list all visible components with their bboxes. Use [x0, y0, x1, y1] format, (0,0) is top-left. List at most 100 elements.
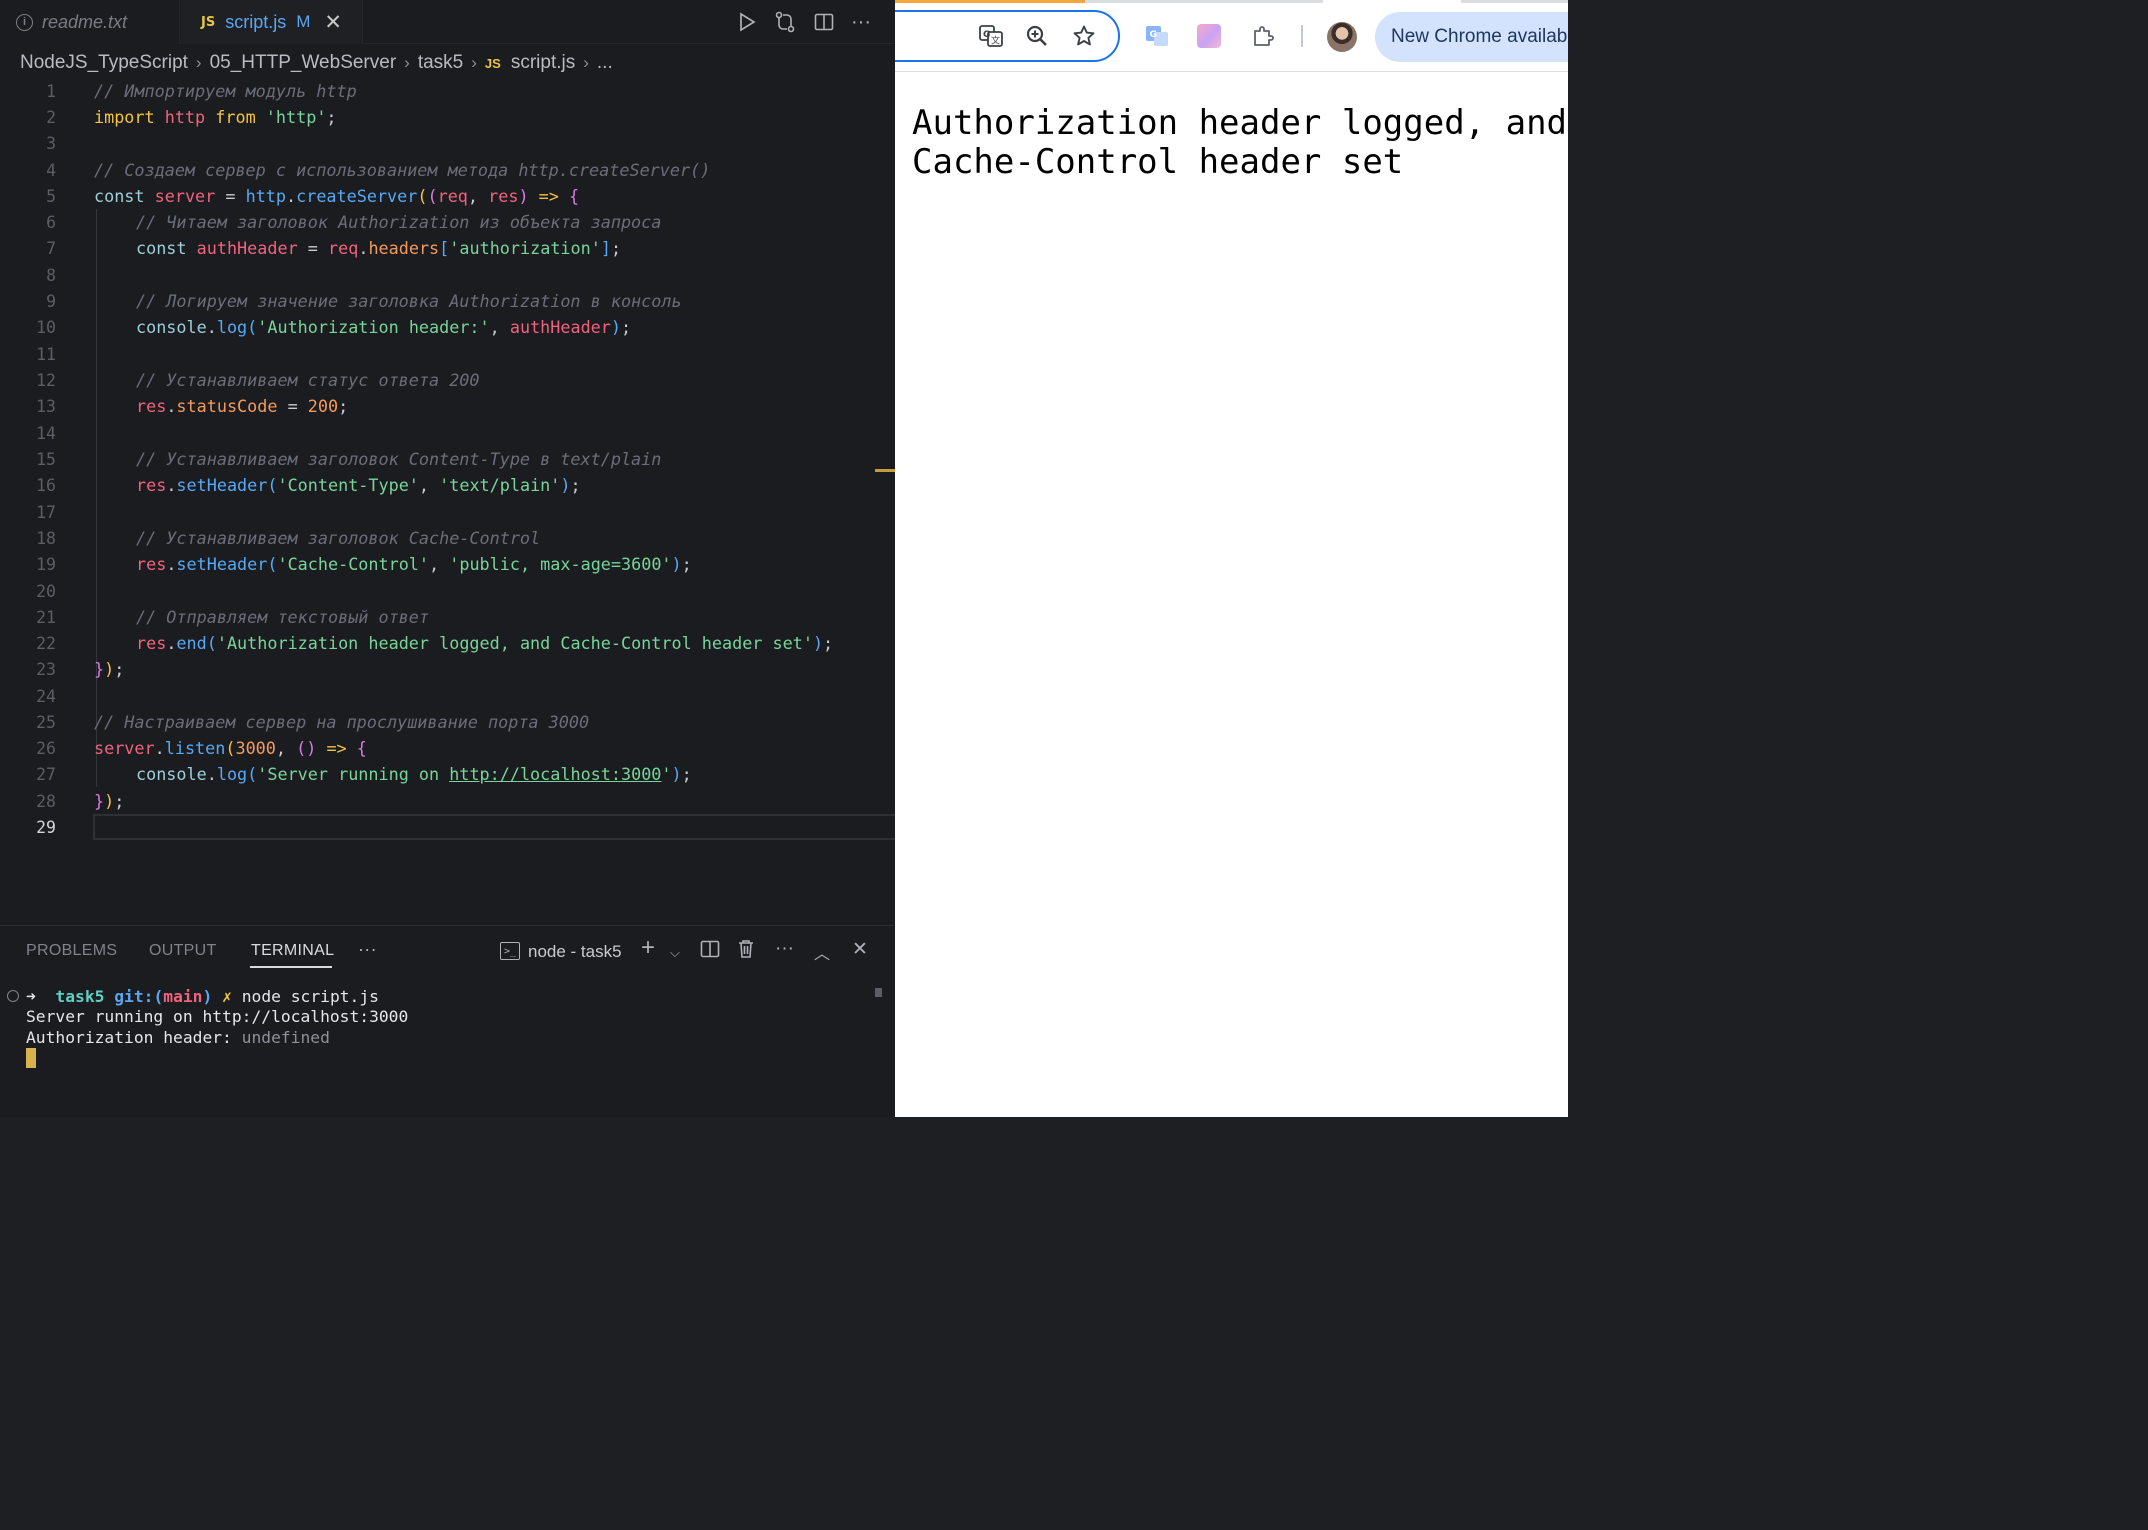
chevron-right-icon: › — [583, 53, 589, 72]
update-chrome-button[interactable]: New Chrome available — [1375, 12, 1568, 62]
google-translate-extension-icon[interactable]: G — [1143, 22, 1171, 50]
terminal-scrollbar[interactable] — [875, 988, 882, 997]
breadcrumb-item[interactable]: NodeJS_TypeScript — [20, 52, 188, 74]
line-number: 16 — [36, 475, 56, 495]
tab-script[interactable]: JS script.js M ✕ — [181, 0, 363, 44]
code-line: // Импортируем модуль http — [94, 81, 357, 101]
line-number: 3 — [46, 133, 56, 153]
info-icon: i — [16, 13, 33, 31]
line-number: 10 — [36, 317, 56, 337]
close-panel-icon[interactable]: ✕ — [852, 938, 868, 961]
line-number: 4 — [46, 160, 56, 180]
terminal-line: Authorization header: undefined — [26, 1028, 330, 1047]
breadcrumb-item[interactable]: task5 — [418, 52, 463, 74]
trash-icon[interactable] — [737, 939, 755, 965]
terminal-line: Server running on http://localhost:3000 — [26, 1007, 409, 1026]
js-file-icon: JS — [201, 14, 216, 30]
maximize-panel-icon[interactable]: ︿ — [814, 940, 830, 964]
panel-more-icon[interactable]: ··· — [358, 939, 377, 960]
line-number: 24 — [36, 686, 56, 706]
modified-indicator: M — [296, 12, 311, 31]
code-line: res.statusCode = 200; — [136, 396, 349, 416]
translate-icon[interactable]: G文 — [977, 22, 1005, 50]
breadcrumb-item[interactable]: ... — [597, 52, 613, 74]
bottom-panel: PROBLEMS OUTPUT TERMINAL ··· >_ node - t… — [0, 925, 895, 1117]
profile-avatar[interactable] — [1327, 22, 1357, 52]
breadcrumb-item[interactable]: 05_HTTP_WebServer — [210, 52, 397, 74]
code-line: res.end('Authorization header logged, an… — [136, 633, 834, 653]
code-line: console.log('Authorization header:', aut… — [136, 317, 632, 337]
code-line: res.setHeader('Cache-Control', 'public, … — [136, 554, 692, 574]
response-text-line: Cache-Control header set — [912, 142, 1404, 182]
response-text-line: Authorization header logged, and — [912, 103, 1568, 143]
line-number: 27 — [36, 764, 56, 784]
more-actions-icon[interactable]: ··· — [775, 938, 794, 960]
terminal-cursor — [26, 1048, 36, 1068]
terminal-line: ➜ task5 git:(main) ✗ node script.js — [26, 987, 379, 1006]
code-editor: i readme.txt JS script.js M ✕ ··· NodeJS… — [0, 0, 895, 1117]
extensions-puzzle-icon[interactable] — [1249, 22, 1277, 50]
code-line: // Логируем значение заголовка Authoriza… — [136, 291, 682, 311]
line-number: 11 — [36, 344, 56, 364]
code-line: }); — [94, 659, 125, 679]
code-line: const authHeader = req.headers['authoriz… — [136, 238, 622, 258]
close-tab-icon[interactable]: ✕ — [324, 12, 342, 33]
line-number: 12 — [36, 370, 56, 390]
chevron-right-icon: › — [195, 53, 202, 72]
tab-readme[interactable]: i readme.txt — [0, 0, 180, 44]
tab-loading-indicator — [895, 0, 1085, 3]
line-number: 1 — [46, 81, 56, 101]
code-line: // Устанавливаем заголовок Cache-Control — [136, 528, 541, 548]
editor-tab-bar: i readme.txt JS script.js M ✕ ··· — [0, 0, 895, 44]
code-line: // Создаем сервер с использованием метод… — [94, 160, 711, 180]
js-file-icon: JS — [484, 55, 501, 71]
line-number: 18 — [36, 528, 56, 548]
browser-toolbar: G文 G New Chrome available — [895, 0, 1568, 72]
terminal-name[interactable]: node - task5 — [528, 942, 622, 962]
browser-window: G文 G New Chrome available Authorization … — [895, 0, 1568, 1117]
code-area[interactable]: 1 // Импортируем модуль http 2 import http… — [0, 78, 895, 923]
code-line: // Отправляем текстовый ответ — [136, 607, 429, 627]
page-body-text: Authorization header logged, and Cache-C… — [912, 104, 1568, 182]
code-line: // Устанавливаем заголовок Content-Type … — [136, 449, 662, 469]
line-number: 7 — [46, 238, 56, 258]
line-number: 28 — [36, 791, 56, 811]
tab-script-label: script.js — [225, 11, 287, 32]
more-actions-icon[interactable]: ··· — [847, 8, 875, 36]
breadcrumb: NodeJS_TypeScript › 05_HTTP_WebServer › … — [20, 48, 613, 78]
line-number: 26 — [36, 738, 56, 758]
code-line: }); — [94, 791, 125, 811]
bookmark-star-icon[interactable] — [1070, 22, 1098, 50]
svg-text:G: G — [983, 30, 990, 40]
run-icon[interactable] — [733, 8, 761, 36]
line-number: 23 — [36, 659, 56, 679]
chevron-right-icon: › — [404, 53, 410, 72]
add-terminal-icon[interactable]: + — [641, 934, 655, 962]
chevron-down-icon[interactable]: ⌵ — [670, 945, 680, 961]
split-terminal-icon[interactable] — [700, 940, 720, 964]
tab-output[interactable]: OUTPUT — [149, 942, 217, 960]
line-number: 22 — [36, 633, 56, 653]
tab-strip-edge — [1461, 0, 1568, 3]
code-line: res.setHeader('Content-Type', 'text/plai… — [136, 475, 581, 495]
color-extension-icon[interactable] — [1197, 24, 1221, 48]
line-number-active: 29 — [36, 817, 56, 837]
scrollbar-change-marker — [875, 469, 895, 472]
code-line: // Настраиваем сервер на прослушивание п… — [94, 712, 590, 732]
svg-text:G: G — [1150, 30, 1157, 40]
tab-problems[interactable]: PROBLEMS — [26, 942, 117, 960]
terminal-icon: >_ — [500, 942, 520, 960]
tab-terminal[interactable]: TERMINAL — [251, 942, 334, 960]
zoom-icon[interactable] — [1023, 22, 1051, 50]
line-number: 25 — [36, 712, 56, 732]
line-number: 2 — [46, 107, 56, 127]
localhost-link[interactable]: http://localhost:3000 — [449, 764, 661, 784]
compare-changes-icon[interactable] — [771, 8, 799, 36]
active-tab-indicator — [250, 966, 332, 968]
code-line: // Устанавливаем статус ответа 200 — [136, 370, 480, 390]
chevron-right-icon: › — [471, 53, 477, 72]
breadcrumb-item[interactable]: script.js — [511, 52, 575, 74]
line-number: 6 — [46, 212, 56, 232]
code-line: const server = http.createServer((req, r… — [94, 186, 580, 206]
split-editor-icon[interactable] — [810, 8, 838, 36]
